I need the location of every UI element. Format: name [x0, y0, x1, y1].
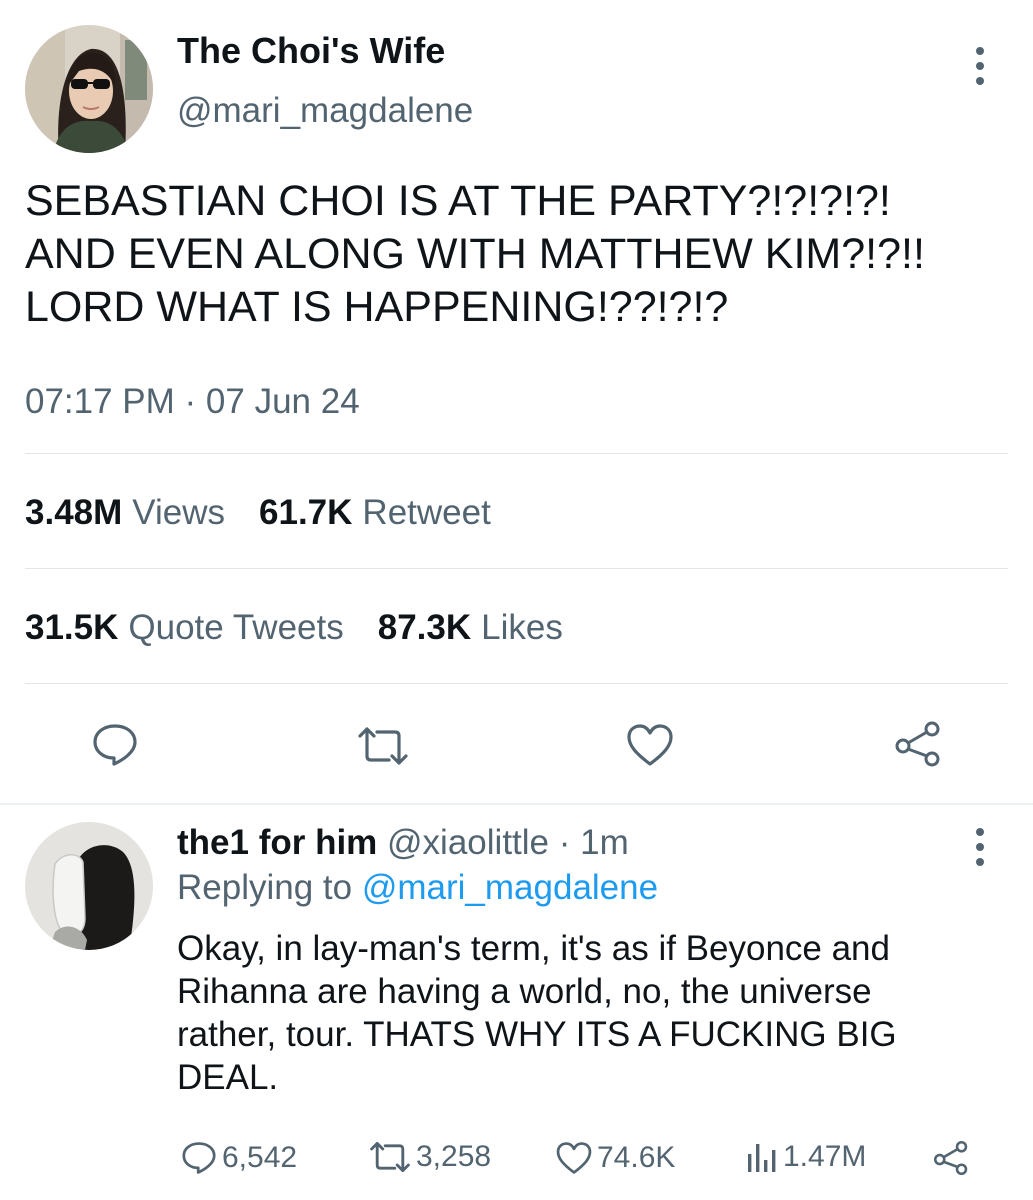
- divider: [25, 568, 1008, 569]
- author-display-name[interactable]: The Choi's Wife: [177, 30, 445, 72]
- replying-to: Replying to @mari_magdalene: [177, 868, 658, 908]
- share-icon[interactable]: [893, 720, 943, 768]
- reply-text-line: Rihanna are having a world, no, the univ…: [177, 972, 872, 1011]
- reply-header: the1 for him @xiaolittle · 1m: [177, 823, 629, 863]
- reply-views-button[interactable]: 1.47M: [745, 1140, 866, 1174]
- divider: [25, 683, 1008, 684]
- reply-text-line: DEAL.: [177, 1058, 279, 1097]
- quotes-stat[interactable]: 31.5K Quote Tweets: [25, 608, 344, 648]
- tweet-text: SEBASTIAN CHOI IS AT THE PARTY?!?!?!?! A…: [25, 175, 925, 334]
- reply-retweet-button[interactable]: 3,258: [368, 1140, 491, 1174]
- replying-to-link[interactable]: @mari_magdalene: [362, 868, 658, 907]
- reply-icon[interactable]: [90, 722, 140, 768]
- stats-row-views-retweets: 3.48M Views 61.7K Retweet: [25, 493, 491, 533]
- share-icon: [933, 1140, 968, 1176]
- tweet-text-line: SEBASTIAN CHOI IS AT THE PARTY?!?!?!?!: [25, 177, 891, 225]
- heart-icon[interactable]: [625, 722, 675, 768]
- views-chart-icon: [748, 1144, 776, 1172]
- reply-like-button[interactable]: 74.6K: [555, 1140, 675, 1176]
- retweet-icon: [370, 1141, 410, 1173]
- retweets-count: 61.7K: [259, 493, 353, 532]
- stats-row-quotes-likes: 31.5K Quote Tweets 87.3K Likes: [25, 608, 563, 648]
- likes-label: Likes: [481, 608, 563, 647]
- views-label: Views: [132, 493, 226, 532]
- views-count: 3.48M: [25, 493, 123, 532]
- reply-replies-count: 6,542: [222, 1141, 298, 1174]
- reply-retweets-count: 3,258: [416, 1140, 492, 1173]
- divider: [25, 453, 1008, 454]
- author-avatar-image: [25, 25, 153, 153]
- reply-text: Okay, in lay-man's term, it's as if Beyo…: [177, 927, 897, 1099]
- reply-share-button[interactable]: [932, 1140, 970, 1176]
- reply-display-name[interactable]: the1 for him: [177, 823, 377, 862]
- retweet-icon[interactable]: [356, 726, 410, 766]
- reply-handle[interactable]: @xiaolittle: [387, 823, 549, 862]
- reply-icon: [182, 1142, 216, 1174]
- likes-count: 87.3K: [377, 608, 472, 647]
- reply-separator: ·: [558, 823, 571, 862]
- author-avatar[interactable]: [25, 25, 153, 153]
- reply-reply-button[interactable]: 6,542: [180, 1140, 297, 1176]
- reply-avatar-image: [25, 822, 153, 950]
- retweets-label: Retweet: [362, 493, 491, 532]
- author-handle[interactable]: @mari_magdalene: [177, 91, 473, 131]
- reply-views-count: 1.47M: [783, 1140, 867, 1173]
- views-stat[interactable]: 3.48M Views: [25, 493, 225, 533]
- thread-divider: [0, 803, 1033, 805]
- retweets-stat[interactable]: 61.7K Retweet: [259, 493, 491, 533]
- more-menu-icon[interactable]: [970, 47, 990, 85]
- reply-more-menu-icon[interactable]: [970, 828, 990, 866]
- reply-likes-count: 74.6K: [597, 1141, 676, 1174]
- quotes-count: 31.5K: [25, 608, 119, 647]
- tweet-timestamp[interactable]: 07:17 PM · 07 Jun 24: [25, 382, 360, 422]
- tweet-text-line: AND EVEN ALONG WITH MATTHEW KIM?!?!!: [25, 230, 925, 278]
- replying-to-label: Replying to: [177, 868, 353, 907]
- reply-author-avatar[interactable]: [25, 822, 153, 950]
- reply-time[interactable]: 1m: [580, 823, 629, 862]
- quotes-label: Quote Tweets: [128, 608, 344, 647]
- reply-text-line: rather, tour. THATS WHY ITS A FUCKING BI…: [177, 1015, 897, 1054]
- reply-text-line: Okay, in lay-man's term, it's as if Beyo…: [177, 929, 890, 968]
- likes-stat[interactable]: 87.3K Likes: [378, 608, 563, 648]
- tweet-text-line: LORD WHAT IS HAPPENING!??!?!?: [25, 283, 729, 331]
- heart-icon: [556, 1142, 592, 1174]
